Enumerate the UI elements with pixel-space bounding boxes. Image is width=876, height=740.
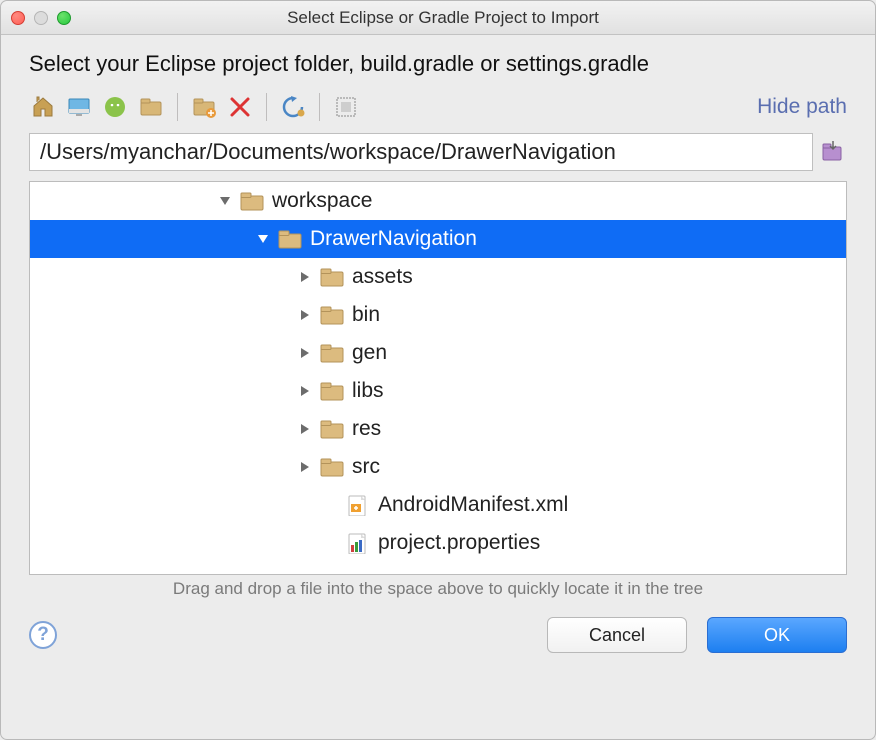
- tree-row[interactable]: libs: [30, 372, 846, 410]
- refresh-icon[interactable]: [279, 93, 307, 121]
- dialog-window: Select Eclipse or Gradle Project to Impo…: [0, 0, 876, 740]
- tree-item-label: DrawerNavigation: [310, 227, 477, 251]
- toolbar: Hide path: [29, 89, 847, 125]
- ok-button[interactable]: OK: [707, 617, 847, 653]
- window-title: Select Eclipse or Gradle Project to Impo…: [91, 8, 865, 28]
- toolbar-divider: [177, 93, 178, 121]
- file-tree[interactable]: workspace DrawerNavigation assets bin gen lib…: [29, 181, 847, 575]
- tree-row[interactable]: gen: [30, 334, 846, 372]
- expand-arrow-down-icon[interactable]: [256, 232, 270, 246]
- expand-arrow-down-icon[interactable]: [218, 194, 232, 208]
- tree-item-label: res: [352, 417, 381, 441]
- folder-icon: [240, 190, 264, 212]
- footer: ? Cancel OK: [1, 609, 875, 671]
- hide-path-link[interactable]: Hide path: [757, 95, 847, 119]
- cancel-button[interactable]: Cancel: [547, 617, 687, 653]
- folder-icon: [278, 228, 302, 250]
- folder-icon: [320, 418, 344, 440]
- folder-icon: [320, 342, 344, 364]
- expand-arrow-right-icon[interactable]: [298, 346, 312, 360]
- tree-item-label: libs: [352, 379, 384, 403]
- folder-icon: [320, 456, 344, 478]
- tree-row-selected[interactable]: DrawerNavigation: [30, 220, 846, 258]
- expand-arrow-right-icon[interactable]: [298, 270, 312, 284]
- tree-row[interactable]: project.properties: [30, 524, 846, 562]
- tree-item-label: project.properties: [378, 531, 540, 555]
- open-path-icon[interactable]: [819, 138, 847, 166]
- help-button[interactable]: ?: [29, 621, 57, 649]
- path-input[interactable]: [29, 133, 813, 171]
- folder-icon: [320, 380, 344, 402]
- tree-row[interactable]: assets: [30, 258, 846, 296]
- tree-row[interactable]: bin: [30, 296, 846, 334]
- titlebar: Select Eclipse or Gradle Project to Impo…: [1, 1, 875, 35]
- tree-item-label: gen: [352, 341, 387, 365]
- expand-arrow-right-icon[interactable]: [298, 460, 312, 474]
- properties-icon: [346, 532, 370, 554]
- zoom-window-button[interactable]: [57, 11, 71, 25]
- expand-arrow-right-icon[interactable]: [298, 308, 312, 322]
- desktop-icon[interactable]: [65, 93, 93, 121]
- toolbar-divider: [266, 93, 267, 121]
- toolbar-divider: [319, 93, 320, 121]
- folder-icon: [320, 266, 344, 288]
- tree-item-label: bin: [352, 303, 380, 327]
- expand-arrow-right-icon[interactable]: [298, 422, 312, 436]
- android-studio-icon[interactable]: [101, 93, 129, 121]
- show-hidden-icon[interactable]: [332, 93, 360, 121]
- minimize-window-button: [34, 11, 48, 25]
- manifest-icon: [346, 494, 370, 516]
- tree-item-label: src: [352, 455, 380, 479]
- instruction-text: Select your Eclipse project folder, buil…: [1, 35, 875, 83]
- tree-row[interactable]: res: [30, 410, 846, 448]
- traffic-lights: [11, 11, 71, 25]
- tree-row[interactable]: AndroidManifest.xml: [30, 486, 846, 524]
- tree-item-label: workspace: [272, 189, 372, 213]
- tree-row[interactable]: src: [30, 448, 846, 486]
- home-icon[interactable]: [29, 93, 57, 121]
- expand-arrow-right-icon[interactable]: [298, 384, 312, 398]
- new-folder-icon[interactable]: [137, 93, 165, 121]
- new-module-icon[interactable]: [190, 93, 218, 121]
- drag-drop-hint: Drag and drop a file into the space abov…: [1, 575, 875, 609]
- tree-row[interactable]: workspace: [30, 182, 846, 220]
- folder-icon: [320, 304, 344, 326]
- delete-icon[interactable]: [226, 93, 254, 121]
- tree-item-label: assets: [352, 265, 413, 289]
- tree-item-label: AndroidManifest.xml: [378, 493, 568, 517]
- close-window-button[interactable]: [11, 11, 25, 25]
